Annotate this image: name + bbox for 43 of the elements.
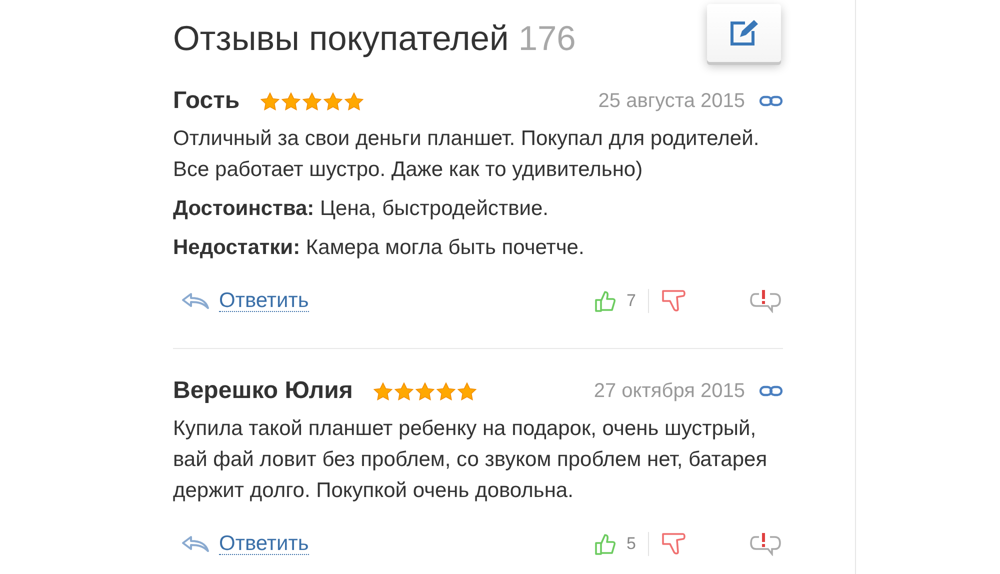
review-text: Купила такой планшет ребенку на подарок, очень шустрый, вай фай ловит без проблем, со звуком проблем нет, батарея держит долго. Покупкой очень довольна. [173, 416, 768, 504]
dislike-button[interactable] [661, 288, 687, 314]
like-button[interactable] [592, 289, 617, 313]
reply-arrow-icon[interactable] [181, 535, 211, 553]
star-icon [372, 382, 393, 400]
review-author: Верешко Юлия [173, 377, 353, 405]
write-review-button[interactable] [707, 4, 781, 62]
star-icon [394, 382, 414, 400]
dislike-button[interactable] [661, 531, 687, 557]
thumbs-down-icon [661, 531, 687, 557]
star-icon [344, 92, 364, 110]
review-date: 25 августа 2015 [598, 90, 745, 112]
star-icon [456, 382, 477, 400]
reply-link[interactable]: Ответить [219, 534, 309, 554]
complaint-bubble-icon [749, 289, 781, 313]
star-icon [414, 382, 435, 400]
review-date: 27 октября 2015 [594, 380, 745, 402]
like-count: 7 [626, 291, 636, 311]
edit-icon [729, 19, 759, 47]
star-icon [280, 92, 301, 110]
like-count: 5 [626, 534, 636, 554]
reply-arrow-icon[interactable] [181, 292, 211, 310]
complaint-bubble-icon [749, 532, 781, 556]
reviews-title: Отзывы покупателей 176 [173, 20, 576, 58]
permalink-button[interactable] [759, 95, 783, 107]
star-icon [302, 92, 322, 110]
link-icon [759, 385, 783, 397]
review-text: Достоинства: Цена, быстродействие. [173, 196, 550, 222]
star-icon [322, 92, 343, 110]
thumbs-up-icon [592, 532, 617, 556]
permalink-button[interactable] [759, 385, 783, 397]
thumbs-up-icon [592, 289, 617, 313]
review-author: Гость [173, 87, 240, 115]
report-button[interactable] [749, 532, 781, 556]
star-icon [260, 92, 280, 110]
review-text: Недостатки: Камера могла быть почетче. [173, 235, 586, 261]
like-button[interactable] [592, 532, 617, 556]
report-button[interactable] [749, 289, 781, 313]
review-text: Отличный за свои деньги планшет. Покупал для родителей. Все работает шустро. Даже как то удивительно) [173, 126, 760, 183]
link-icon [759, 95, 783, 107]
reply-link[interactable]: Ответить [219, 290, 309, 312]
star-icon [436, 382, 456, 400]
thumbs-down-icon [661, 288, 687, 314]
